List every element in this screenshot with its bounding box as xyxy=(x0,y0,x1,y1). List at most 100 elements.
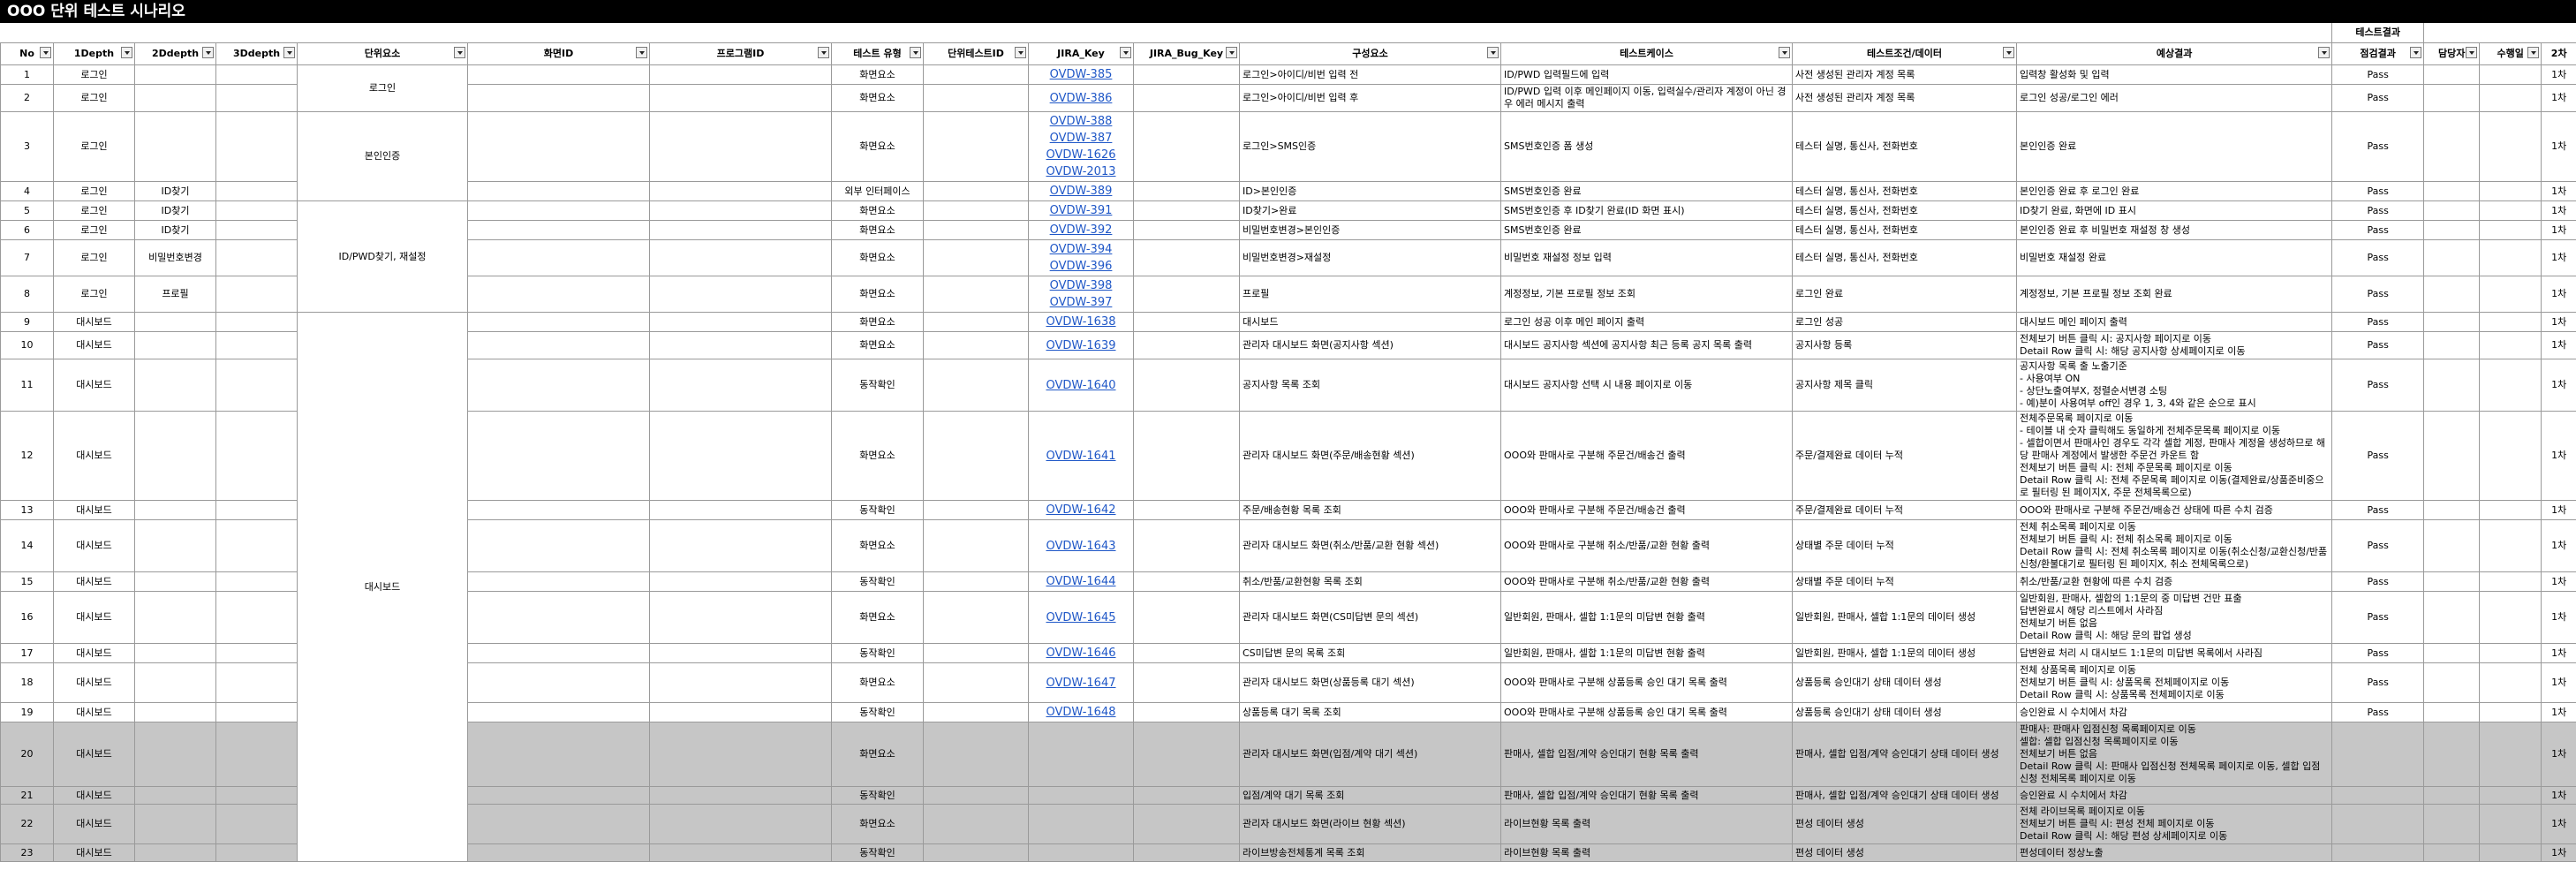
filter-dropdown-icon[interactable] xyxy=(1487,47,1499,58)
jira-key-link[interactable]: OVDW-388 xyxy=(1031,113,1130,130)
filter-dropdown-icon[interactable] xyxy=(818,47,829,58)
no-cell: 4 xyxy=(0,181,54,201)
jira-key-link[interactable]: OVDW-1640 xyxy=(1031,377,1130,394)
column-header-label: 화면ID xyxy=(543,48,574,59)
test-condition-cell: 테스터 실명, 통신사, 전화번호 xyxy=(1792,220,2017,240)
filter-dropdown-icon[interactable] xyxy=(202,47,214,58)
jira-key-cell: OVDW-1642 xyxy=(1028,500,1134,520)
depth3-cell xyxy=(215,591,298,644)
filter-dropdown-icon[interactable] xyxy=(1120,47,1131,58)
filter-dropdown-icon[interactable] xyxy=(121,47,132,58)
unit-test-id-cell xyxy=(923,200,1029,221)
expected-result-cell: 공지사항 목록 출 노출기준 - 사용여부 ON - 상단노출여부X, 정렬순서… xyxy=(2015,359,2333,412)
jira-key-cell: OVDW-1647 xyxy=(1028,662,1134,703)
test-condition-cell: 사전 생성된 관리자 계정 목록 xyxy=(1792,84,2017,112)
filter-dropdown-icon[interactable] xyxy=(1226,47,1237,58)
check-result-cell: Pass xyxy=(2331,643,2425,663)
jira-key-link[interactable]: OVDW-394 xyxy=(1031,241,1130,258)
jira-key-link[interactable]: OVDW-1646 xyxy=(1031,645,1130,662)
depth1-cell: 로그인 xyxy=(53,220,135,240)
jira-key-link[interactable]: OVDW-1647 xyxy=(1031,675,1130,692)
filter-dropdown-icon[interactable] xyxy=(2410,47,2422,58)
filter-dropdown-icon[interactable] xyxy=(910,47,921,58)
jira-bug-key-cell xyxy=(1133,662,1240,703)
filter-dropdown-icon[interactable] xyxy=(1015,47,1026,58)
expected-result-cell: 답변완료 처리 시 대시보드 1:1문의 미답변 목록에서 사라짐 xyxy=(2015,643,2333,663)
jira-key-link[interactable]: OVDW-398 xyxy=(1031,277,1130,294)
second-round-cell: 1차 xyxy=(2541,239,2576,276)
jira-key-link[interactable]: OVDW-387 xyxy=(1031,130,1130,147)
component-cell: 공지사항 목록 조회 xyxy=(1239,359,1501,412)
jira-key-link[interactable]: OVDW-1641 xyxy=(1031,448,1130,465)
second-round-cell: 1차 xyxy=(2541,64,2576,85)
filter-dropdown-icon[interactable] xyxy=(2318,47,2330,58)
assignee-cell xyxy=(2423,702,2481,722)
program-id-cell xyxy=(649,331,832,359)
jira-key-link[interactable]: OVDW-1645 xyxy=(1031,609,1130,626)
test-type-cell: 외부 인터페이스 xyxy=(831,181,924,201)
test-type-cell: 화면요소 xyxy=(831,276,924,313)
filter-dropdown-icon[interactable] xyxy=(454,47,465,58)
check-result-cell: Pass xyxy=(2331,591,2425,644)
filter-dropdown-icon[interactable] xyxy=(636,47,647,58)
jira-key-link[interactable]: OVDW-1644 xyxy=(1031,573,1130,590)
filter-dropdown-icon[interactable] xyxy=(1779,47,1790,58)
jira-key-link[interactable]: OVDW-1626 xyxy=(1031,147,1130,163)
jira-key-link[interactable]: OVDW-1638 xyxy=(1031,314,1130,330)
unit-test-id-cell xyxy=(923,843,1029,862)
filter-dropdown-icon[interactable] xyxy=(283,47,295,58)
depth3-cell xyxy=(215,843,298,862)
component-cell: 비밀번호변경>재설정 xyxy=(1239,239,1501,276)
filter-dropdown-icon[interactable] xyxy=(2527,47,2540,58)
depth2-cell xyxy=(134,312,216,332)
test-type-cell: 동작확인 xyxy=(831,571,924,592)
jira-key-link[interactable]: OVDW-1643 xyxy=(1031,538,1130,555)
component-cell: 주문/배송현황 목록 조회 xyxy=(1239,500,1501,520)
jira-key-link[interactable]: OVDW-385 xyxy=(1031,66,1130,83)
jira-key-link[interactable]: OVDW-389 xyxy=(1031,183,1130,200)
assignee-cell xyxy=(2423,200,2481,221)
jira-bug-key-cell xyxy=(1133,84,1240,112)
jira-key-link[interactable]: OVDW-1639 xyxy=(1031,337,1130,354)
jira-bug-key-cell xyxy=(1133,500,1240,520)
jira-key-link[interactable]: OVDW-392 xyxy=(1031,222,1130,238)
test-condition-cell: 주문/결제완료 데이터 누적 xyxy=(1792,500,2017,520)
jira-key-link[interactable]: OVDW-1648 xyxy=(1031,704,1130,721)
test-type-cell: 화면요소 xyxy=(831,591,924,644)
assignee-cell xyxy=(2423,111,2481,182)
filter-dropdown-icon[interactable] xyxy=(40,47,51,58)
test-condition-cell: 상태별 주문 데이터 누적 xyxy=(1792,519,2017,572)
depth3-cell xyxy=(215,331,298,359)
assignee-cell xyxy=(2423,220,2481,240)
column-header-label: 테스트조건/데이터 xyxy=(1867,48,1942,59)
column-header-label: 단위요소 xyxy=(364,48,401,59)
depth2-cell xyxy=(134,786,216,805)
no-cell: 3 xyxy=(0,111,54,182)
filter-dropdown-icon[interactable] xyxy=(2003,47,2014,58)
jira-key-link[interactable]: OVDW-1642 xyxy=(1031,502,1130,518)
test-case-cell: 일반회원, 판매사, 셀합 1:1문의 미답변 현황 출력 xyxy=(1500,643,1793,663)
depth3-cell xyxy=(215,64,298,85)
test-type-cell: 화면요소 xyxy=(831,411,924,501)
screen-id-cell xyxy=(467,64,650,85)
component-cell: CS미답변 문의 목록 조회 xyxy=(1239,643,1501,663)
screen-id-cell xyxy=(467,702,650,722)
jira-key-link[interactable]: OVDW-2013 xyxy=(1031,163,1130,180)
jira-key-link[interactable]: OVDW-397 xyxy=(1031,294,1130,311)
depth3-cell xyxy=(215,643,298,663)
column-header-label: 3Ddepth xyxy=(232,48,281,59)
test-case-cell: ID/PWD 입력 이후 메인페이지 이동, 입력실수/관리자 계정이 아닌 경… xyxy=(1500,84,1793,112)
jira-key-cell xyxy=(1028,843,1134,862)
depth2-cell xyxy=(134,411,216,501)
no-cell: 7 xyxy=(0,239,54,276)
component-cell: 로그인>아이디/비번 입력 후 xyxy=(1239,84,1501,112)
column-header-label: 담당자 xyxy=(2437,48,2466,59)
check-result-cell: Pass xyxy=(2331,200,2425,221)
jira-key-link[interactable]: OVDW-391 xyxy=(1031,202,1130,219)
expected-result-cell: 전체 취소목록 페이지로 이동 전체보기 버튼 클릭 시: 전체 취소목록 페이… xyxy=(2015,519,2333,572)
filter-dropdown-icon[interactable] xyxy=(2466,47,2478,58)
jira-key-link[interactable]: OVDW-386 xyxy=(1031,90,1130,107)
depth2-cell: ID찾기 xyxy=(134,220,216,240)
jira-key-link[interactable]: OVDW-396 xyxy=(1031,258,1130,275)
jira-key-cell: OVDW-1638 xyxy=(1028,312,1134,332)
